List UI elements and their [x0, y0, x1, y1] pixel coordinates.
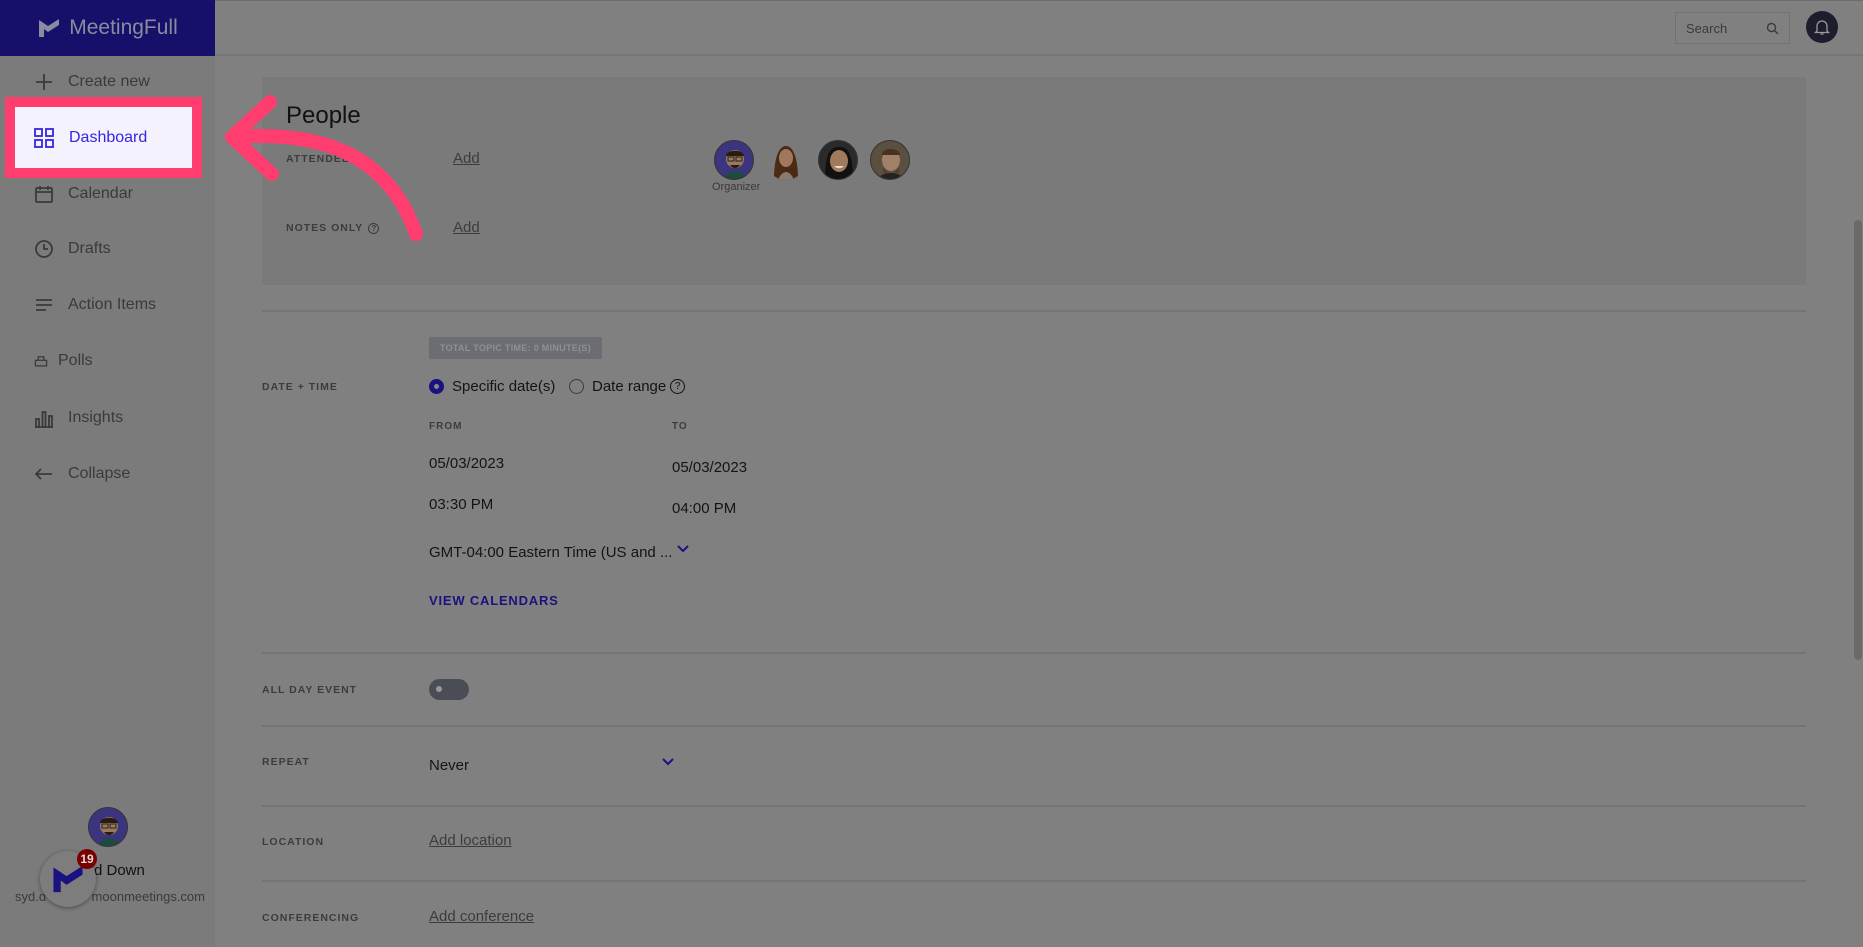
chevron-down-icon [677, 545, 690, 553]
people-card [262, 77, 1806, 285]
sidebar-item-label: Calendar [68, 185, 133, 202]
from-date-input[interactable]: 05/03/2023 [429, 455, 504, 472]
organizer-label: Organizer [712, 181, 761, 193]
user-email-end: moonmeetings.com [91, 889, 205, 904]
user-email-start: syd.d [15, 889, 47, 904]
all-day-event-toggle[interactable] [429, 679, 469, 700]
sidebar-item-calendar[interactable]: Calendar [0, 174, 215, 214]
sidebar-item-label: Create new [68, 73, 150, 90]
to-time-input[interactable]: 04:00 PM [672, 500, 736, 517]
sidebar-item-insights[interactable]: Insights [0, 398, 215, 438]
divider [262, 880, 1806, 882]
pointer-arrow-annotation [225, 95, 423, 241]
sidebar-item-create-new[interactable]: Create new [0, 62, 215, 102]
sidebar-item-action-items[interactable]: Action Items [0, 285, 215, 325]
sidebar-item-polls[interactable]: Polls [0, 341, 215, 381]
sidebar-item-dashboard[interactable]: Dashboard [15, 107, 192, 168]
location-label: LOCATION [262, 836, 325, 848]
date-range-radio[interactable]: Date range ? [569, 378, 686, 395]
timezone-select[interactable]: GMT-04:00 Eastern Time (US and ... [429, 544, 690, 561]
radio-unselected[interactable] [569, 379, 584, 394]
avatar-photo [774, 146, 798, 180]
avatar-illustration [89, 808, 127, 846]
meetingfull-logo-icon [39, 19, 60, 37]
arrow-left-icon [34, 468, 52, 480]
all-day-event-label: ALL DAY EVENT [262, 684, 358, 696]
add-conference-link[interactable]: Add conference [429, 908, 534, 925]
top-header [215, 0, 1863, 56]
conferencing-label: CONFERENCING [262, 912, 360, 924]
attendee-avatar[interactable] [818, 140, 858, 180]
radio-selected[interactable] [429, 379, 444, 394]
radio-label: Specific date(s) [452, 378, 556, 395]
repeat-value: Never [429, 757, 470, 774]
user-avatar[interactable] [88, 807, 128, 847]
date-time-label: DATE + TIME [262, 381, 338, 393]
divider [262, 310, 1806, 312]
user-name: d Down [94, 862, 145, 879]
sidebar-item-label: Drafts [68, 240, 111, 257]
avatar-photo [877, 149, 905, 179]
radio-label: Date range [592, 378, 667, 395]
toggle-knob [436, 686, 442, 692]
meetingfull-logo-icon [53, 865, 83, 893]
specific-dates-radio[interactable]: Specific date(s) [429, 378, 555, 395]
logo[interactable]: MeetingFull [0, 0, 215, 56]
sidebar-item-label: Polls [58, 352, 93, 369]
sidebar-item-label: Collapse [68, 465, 131, 482]
sidebar-item-drafts[interactable]: Drafts [0, 229, 215, 269]
repeat-label: REPEAT [262, 756, 310, 768]
add-location-link[interactable]: Add location [429, 832, 512, 849]
divider [262, 805, 1806, 807]
plus-icon [36, 74, 52, 90]
attendee-avatar[interactable] [766, 140, 806, 180]
sidebar-item-label: Dashboard [69, 128, 148, 146]
notification-badge: 19 [77, 849, 97, 869]
chevron-down-icon [662, 758, 674, 766]
search-icon [1766, 22, 1779, 34]
app-name: MeetingFull [69, 16, 178, 39]
attendee-avatar[interactable] [870, 140, 910, 180]
avatar-photo [825, 147, 853, 179]
from-time-input[interactable]: 03:30 PM [429, 496, 493, 513]
to-date-input[interactable]: 05/03/2023 [672, 459, 747, 476]
ballot-icon [34, 356, 48, 367]
add-notes-only-link[interactable]: Add [453, 219, 480, 236]
sidebar-item-collapse[interactable]: Collapse [0, 454, 215, 494]
sidebar-item-label: Insights [68, 409, 124, 426]
to-label: TO [672, 421, 688, 432]
repeat-select[interactable]: Never [429, 756, 675, 780]
timezone-value: GMT-04:00 Eastern Time (US and ... [429, 544, 673, 561]
notifications-button[interactable] [1806, 11, 1838, 43]
help-icon[interactable]: ? [670, 379, 686, 394]
add-attendee-link[interactable]: Add [453, 150, 480, 167]
bell-icon [1814, 19, 1830, 35]
list-icon [36, 299, 52, 311]
search-placeholder: Search [1686, 20, 1728, 36]
search-input[interactable]: Search [1675, 12, 1790, 44]
attendee-avatar-organizer[interactable] [714, 140, 754, 180]
total-topic-time-badge: TOTAL TOPIC TIME: 0 MINUTE(S) [429, 337, 602, 359]
avatar-illustration [723, 150, 747, 179]
view-calendars-link[interactable]: VIEW CALENDARS [429, 593, 559, 608]
divider [262, 652, 1806, 654]
from-label: FROM [429, 421, 463, 432]
sidebar-item-label: Action Items [68, 296, 157, 313]
divider [262, 725, 1806, 727]
scrollbar-thumb[interactable] [1854, 220, 1862, 660]
bar-chart-icon [35, 411, 53, 428]
clock-icon [35, 240, 53, 258]
calendar-icon [35, 186, 53, 203]
grid-icon [34, 127, 54, 148]
